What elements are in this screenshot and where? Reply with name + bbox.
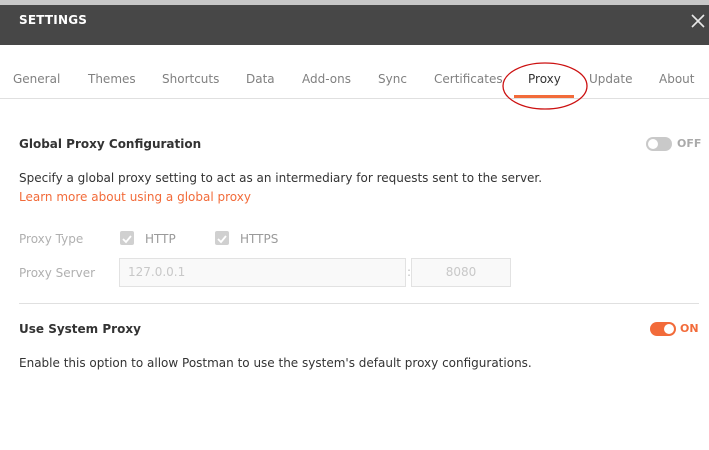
- dialog-title: SETTINGS: [19, 13, 88, 27]
- tab-shortcuts[interactable]: Shortcuts: [162, 72, 219, 86]
- title-bar: [0, 5, 709, 45]
- https-checkbox[interactable]: [215, 231, 229, 245]
- tab-certificates[interactable]: Certificates: [434, 72, 503, 86]
- system-proxy-description: Enable this option to allow Postman to u…: [19, 356, 532, 370]
- tab-themes[interactable]: Themes: [88, 72, 136, 86]
- http-label: HTTP: [145, 232, 176, 246]
- http-checkbox[interactable]: [120, 231, 134, 245]
- tab-about[interactable]: About: [659, 72, 694, 86]
- global-proxy-description: Specify a global proxy setting to act as…: [19, 171, 543, 185]
- system-proxy-title: Use System Proxy: [19, 322, 141, 336]
- close-icon[interactable]: [690, 13, 706, 29]
- checkmark-icon: [217, 235, 227, 244]
- tab-data[interactable]: Data: [246, 72, 275, 86]
- global-proxy-toggle[interactable]: [646, 137, 672, 151]
- proxy-server-label: Proxy Server: [19, 266, 96, 280]
- toggle-knob: [648, 139, 658, 149]
- tab-general[interactable]: General: [13, 72, 60, 86]
- system-proxy-toggle[interactable]: [650, 322, 676, 336]
- section-divider: [19, 303, 699, 304]
- global-proxy-toggle-label: OFF: [677, 137, 702, 150]
- proxy-port-input[interactable]: 8080: [411, 258, 511, 287]
- proxy-server-input[interactable]: 127.0.0.1: [119, 258, 406, 287]
- https-label: HTTPS: [240, 232, 279, 246]
- toggle-knob: [664, 324, 674, 334]
- tab-update[interactable]: Update: [589, 72, 632, 86]
- tabs-divider: [0, 98, 709, 99]
- proxy-type-label: Proxy Type: [19, 232, 84, 246]
- system-proxy-toggle-label: ON: [680, 322, 699, 335]
- global-proxy-title: Global Proxy Configuration: [19, 137, 202, 151]
- red-ellipse-annotation: [502, 62, 588, 110]
- tab-add-ons[interactable]: Add-ons: [302, 72, 351, 86]
- checkmark-icon: [122, 235, 132, 244]
- learn-more-link[interactable]: Learn more about using a global proxy: [19, 190, 251, 204]
- tab-sync[interactable]: Sync: [378, 72, 407, 86]
